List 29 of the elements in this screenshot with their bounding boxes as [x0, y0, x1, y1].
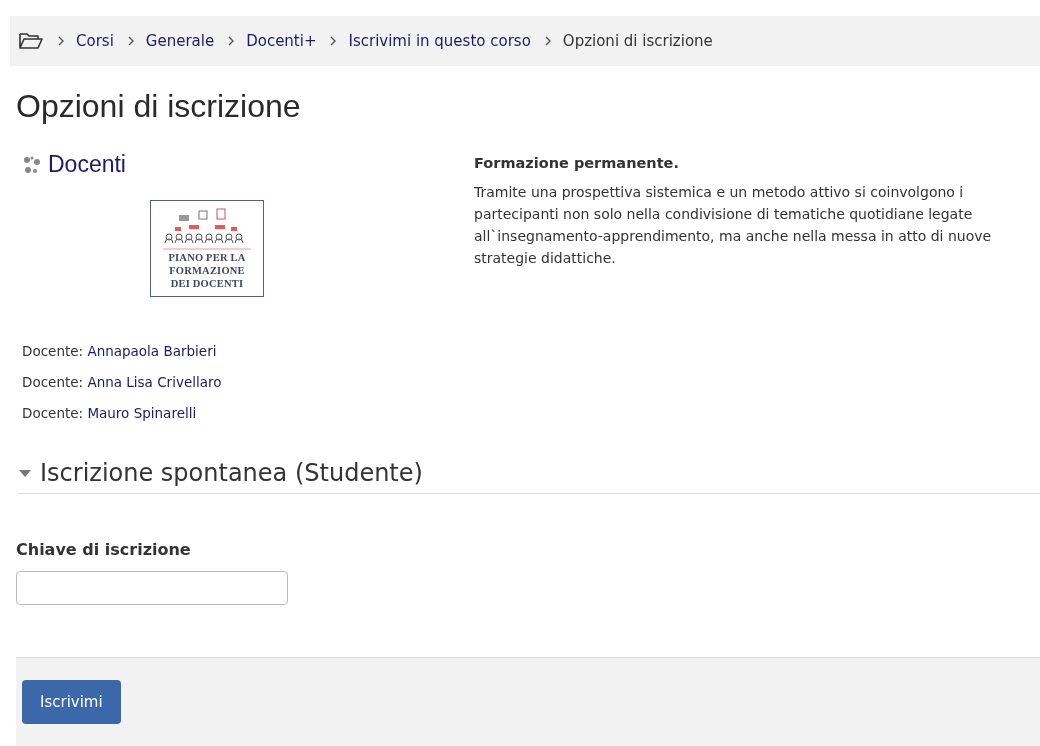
section-title[interactable]: Iscrizione spontanea (Studente): [40, 459, 423, 487]
teacher-role: Docente:: [22, 343, 84, 359]
image-caption: DEI DOCENTI: [170, 277, 244, 290]
course-link[interactable]: Docenti: [48, 151, 126, 178]
teacher-role: Docente:: [22, 405, 84, 421]
summary-text: Tramite una prospettiva sistemica e un metodo attivo si coinvolgono i partecipanti non solo nella condivisione di tematiche quotidiane legate all`insegnamento-apprendimento, ma anche nella messa in atto di nuove strategie didattiche.: [474, 183, 993, 268]
breadcrumb-link[interactable]: Docenti+: [246, 32, 317, 50]
teacher-link[interactable]: Anna Lisa Crivellaro: [87, 374, 222, 390]
teacher-link[interactable]: Annapaola Barbieri: [87, 343, 217, 359]
chevron-right-icon: [127, 36, 134, 46]
input-field[interactable]: [16, 571, 288, 605]
chevron-right-icon: [58, 36, 64, 46]
chevron-right-icon: [330, 36, 337, 46]
image-caption: PIANO PER LA: [168, 251, 246, 264]
chevron-right-icon: [228, 36, 235, 46]
breadcrumb-link[interactable]: Corsi: [76, 32, 114, 50]
chevron-right-icon: [544, 36, 551, 46]
submit-button[interactable]: Iscrivimi: [22, 680, 121, 724]
breadcrumb-current: Opzioni di iscrizione: [562, 32, 713, 50]
teacher-link[interactable]: Mauro Spinarelli: [87, 405, 197, 421]
field-label: Chiave di iscrizione: [16, 540, 192, 559]
breadcrumb-link[interactable]: Generale: [145, 32, 215, 50]
breadcrumb-link[interactable]: Iscrivimi in questo corso: [348, 32, 531, 50]
course-icon: [22, 154, 42, 175]
image-caption: FORMAZIONE: [169, 264, 245, 277]
teacher-role: Docente:: [22, 374, 84, 390]
page-title: Opzioni di iscrizione: [16, 88, 302, 125]
folder-icon[interactable]: [18, 31, 44, 51]
summary-title: Formazione permanente.: [474, 155, 680, 171]
